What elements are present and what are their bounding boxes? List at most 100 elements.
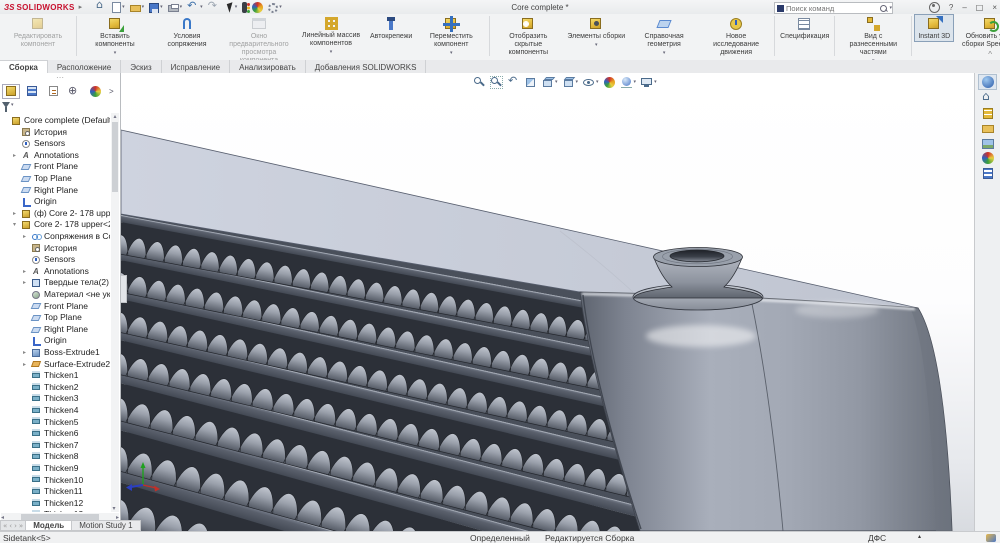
tab-nav-icon[interactable]: » bbox=[19, 522, 23, 530]
tab-эскиз[interactable]: Эскиз bbox=[121, 60, 161, 73]
ribbon-show-hidden-button[interactable]: Отобразить скрытые компоненты bbox=[492, 14, 564, 57]
caret-down-icon[interactable]: ▾ bbox=[160, 4, 163, 10]
tree-item[interactable]: Thicken10 bbox=[0, 475, 110, 487]
caret-down-icon[interactable]: ▾ bbox=[654, 79, 657, 85]
qa-select-button[interactable]: ▾ bbox=[224, 1, 239, 14]
caret-down-icon[interactable]: ▾ bbox=[576, 79, 579, 85]
qa-undo-button[interactable]: ▾ bbox=[186, 1, 204, 14]
command-search[interactable]: ▾ bbox=[774, 2, 893, 14]
tree-expand-icon[interactable]: ▸ bbox=[23, 266, 31, 278]
tree-item[interactable]: История bbox=[0, 243, 110, 255]
qa-save-button[interactable]: ▾ bbox=[148, 1, 164, 14]
search-icon[interactable] bbox=[880, 5, 887, 12]
tab-расположение[interactable]: Расположение bbox=[48, 60, 121, 73]
tree-filter[interactable]: ▾ bbox=[2, 99, 112, 111]
ribbon-linear-pattern-button[interactable]: Линейный массив компонентов▾ bbox=[295, 14, 367, 55]
headsup-section-view-button[interactable] bbox=[524, 76, 537, 89]
ribbon-exploded-view-button[interactable]: Вид с разнесенными частями▾ bbox=[837, 14, 909, 64]
caret-down-icon[interactable]: ▾ bbox=[180, 4, 183, 10]
tree-item[interactable]: ▸Boss-Extrude1 bbox=[0, 347, 110, 359]
headsup-zoom-area-button[interactable] bbox=[490, 76, 503, 89]
tree-item[interactable]: Thicken11 bbox=[0, 486, 110, 498]
panel-splitter[interactable] bbox=[121, 275, 127, 303]
qa-options-button[interactable]: ▾ bbox=[267, 1, 283, 14]
ribbon-reference-geometry-button[interactable]: Справочная геометрия▾ bbox=[628, 14, 700, 56]
caret-down-icon[interactable]: ▾ bbox=[279, 4, 282, 10]
caret-down-icon[interactable]: ▾ bbox=[235, 4, 238, 10]
tree-item[interactable]: Thicken4 bbox=[0, 405, 110, 417]
taskpane-design-library-button[interactable] bbox=[979, 106, 996, 120]
caret-down-icon[interactable]: ▾ bbox=[634, 79, 637, 85]
tab-nav-icon[interactable]: ‹ bbox=[9, 522, 12, 530]
tree-expand-icon[interactable]: ▸ bbox=[13, 150, 21, 162]
headsup-previous-view-button[interactable] bbox=[507, 76, 520, 89]
tab-анализировать[interactable]: Анализировать bbox=[230, 60, 306, 73]
tree-item[interactable]: Thicken13 bbox=[0, 509, 110, 512]
caret-down-icon[interactable]: ▾ bbox=[595, 42, 598, 48]
tree-item[interactable]: Top Plane bbox=[0, 173, 110, 185]
caret-down-icon[interactable]: ▾ bbox=[200, 4, 203, 10]
search-caret-icon[interactable]: ▾ bbox=[889, 5, 892, 11]
qa-appearance-button[interactable] bbox=[251, 1, 264, 14]
tree-item[interactable]: ▸Твердые тела(2) bbox=[0, 277, 110, 289]
restore-button[interactable]: □ bbox=[976, 3, 984, 12]
tree-item[interactable]: ▸Сопряжения в Core comple bbox=[0, 231, 110, 243]
tab-nav-icon[interactable]: « bbox=[3, 522, 7, 530]
tree-item[interactable]: Thicken12 bbox=[0, 498, 110, 510]
caret-down-icon[interactable]: ▾ bbox=[114, 50, 117, 56]
tree-item[interactable]: Sensors bbox=[0, 254, 110, 266]
tree-item[interactable]: Core complete (Default<Display Stat bbox=[0, 115, 110, 127]
tree-item[interactable]: Материал <не указан> bbox=[0, 289, 110, 301]
tree-item[interactable]: ▾Core 2- 178 upper<2> (Default<< bbox=[0, 219, 110, 231]
tree-expand-icon[interactable]: ▸ bbox=[23, 347, 31, 359]
taskpane-file-explorer-button[interactable] bbox=[979, 121, 996, 135]
tree-expand-icon[interactable]: ▸ bbox=[23, 277, 31, 289]
graphics-area[interactable]: ▾ ▾ ▾ ▾ ▾ bbox=[121, 73, 974, 531]
tree-item[interactable]: Thicken6 bbox=[0, 428, 110, 440]
tree-expand-icon[interactable]: ▸ bbox=[23, 231, 31, 243]
panel-tabs-overflow-icon[interactable]: > bbox=[109, 87, 114, 96]
qa-new-document-button[interactable]: ▾ bbox=[111, 1, 126, 14]
tree-vertical-scrollbar[interactable]: ▴▾ bbox=[111, 113, 119, 512]
caret-down-icon[interactable]: ▾ bbox=[142, 4, 145, 10]
tree-item[interactable]: ▸Annotations bbox=[0, 150, 110, 162]
ribbon-move-component-button[interactable]: Переместить компонент▾ bbox=[415, 14, 487, 56]
tree-expand-icon[interactable]: ▸ bbox=[23, 359, 31, 371]
tree-item[interactable]: Thicken9 bbox=[0, 463, 110, 475]
panel-grip[interactable]: ⋯ bbox=[0, 73, 120, 84]
scroll-up-icon[interactable]: ▴ bbox=[113, 114, 116, 120]
close-button[interactable]: × bbox=[992, 3, 997, 12]
panel-tab-features[interactable] bbox=[2, 84, 20, 99]
ribbon-assembly-features-button[interactable]: Элементы сборки▾ bbox=[564, 14, 628, 48]
caret-down-icon[interactable]: ▾ bbox=[596, 79, 599, 85]
qa-rebuild-button[interactable] bbox=[241, 1, 248, 14]
headsup-view-orientation-button[interactable]: ▾ bbox=[541, 76, 558, 89]
tree-item[interactable]: Front Plane bbox=[0, 161, 110, 173]
headsup-display-style-button[interactable]: ▾ bbox=[562, 76, 579, 89]
tree-item[interactable]: Origin bbox=[0, 196, 110, 208]
tab-сборка[interactable]: Сборка bbox=[0, 60, 48, 73]
search-input[interactable] bbox=[786, 4, 880, 13]
taskpane-appearances-button[interactable] bbox=[979, 151, 996, 165]
tab-motion-study-1[interactable]: Motion Study 1 bbox=[72, 520, 140, 531]
qa-redo-button[interactable] bbox=[207, 1, 221, 14]
tree-item[interactable]: Thicken2 bbox=[0, 382, 110, 394]
sidetank-component[interactable] bbox=[580, 292, 952, 531]
caret-down-icon[interactable]: ▾ bbox=[555, 79, 558, 85]
ribbon-speedpak-button[interactable]: Обновить узлы сборки SpeedPak bbox=[954, 14, 1000, 49]
taskpane-view-palette-button[interactable] bbox=[979, 136, 996, 150]
qa-home-button[interactable] bbox=[94, 1, 108, 14]
headsup-zoom-fit-button[interactable] bbox=[473, 76, 486, 89]
tree-expand-icon[interactable]: ▸ bbox=[13, 208, 21, 220]
tree-item[interactable]: Origin bbox=[0, 335, 110, 347]
ribbon-bom-button[interactable]: Спецификация bbox=[777, 14, 832, 41]
tree-item[interactable]: Thicken7 bbox=[0, 440, 110, 452]
ribbon-insert-component-button[interactable]: Вставить компоненты▾ bbox=[79, 14, 151, 56]
tree-item[interactable]: Thicken8 bbox=[0, 451, 110, 463]
panel-tab-display[interactable] bbox=[86, 84, 104, 99]
tree-item[interactable]: Top Plane bbox=[0, 312, 110, 324]
caret-down-icon[interactable]: ▾ bbox=[663, 50, 666, 56]
taskpane-home-button[interactable] bbox=[979, 91, 996, 105]
account-icon[interactable] bbox=[929, 2, 940, 13]
qa-open-button[interactable]: ▾ bbox=[129, 1, 146, 14]
